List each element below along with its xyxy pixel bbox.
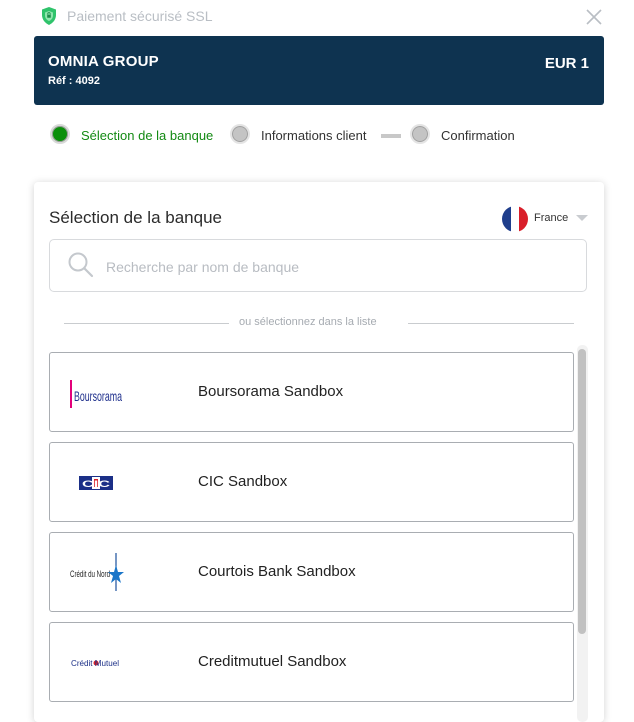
bank-item-creditmutuel[interactable]: Crédit Mutuel Creditmutuel Sandbox [49,622,574,702]
step-3-label: Confirmation [441,128,515,143]
step-connector [381,134,401,138]
step-1-label: Sélection de la banque [81,128,214,143]
divider-right [408,323,574,324]
credit-mutuel-logo: Crédit Mutuel [71,659,119,668]
shield-icon [42,7,56,25]
step-1-indicator [50,124,70,144]
search-icon [68,252,94,278]
ssl-secure-label: Paiement sécurisé SSL [67,8,213,24]
bank-name: Boursorama Sandbox [198,383,344,400]
chevron-down-icon [576,215,588,221]
bank-search-box [49,239,587,292]
merchant-reference: Réf : 4092 [48,75,100,87]
bank-name: Creditmutuel Sandbox [198,653,347,670]
step-3-indicator [410,124,430,144]
france-flag-icon [502,206,528,232]
credit-du-nord-logo: Crédit du Nord [70,553,124,591]
payment-amount: EUR 1 [544,55,589,72]
search-input[interactable] [104,252,568,282]
top-bar: Paiement sécurisé SSL [0,0,634,34]
merchant-header: OMNIA GROUP Réf : 4092 EUR 1 [34,36,604,105]
scrollbar-thumb[interactable] [578,349,586,634]
boursorama-logo-text: Boursorama [74,388,122,404]
divider-left [64,323,229,324]
merchant-name: OMNIA GROUP [48,53,159,70]
progress-steps: Sélection de la banque Informations clie… [0,120,634,152]
credit-mutuel-logo-text: Crédit Mutuel [71,659,119,668]
divider-text: ou sélectionnez dans la liste [239,316,377,328]
cic-logo: CIC [79,476,113,490]
bank-item-boursorama[interactable]: Boursorama Boursorama Sandbox [49,352,574,432]
section-title: Sélection de la banque [49,208,222,227]
bank-item-cic[interactable]: CIC CIC Sandbox [49,442,574,522]
bank-item-courtois[interactable]: Crédit du Nord Courtois Bank Sandbox [49,532,574,612]
step-2-label: Informations client [261,128,367,143]
bank-selection-card: Sélection de la banque France ou sélecti… [34,182,604,722]
close-icon[interactable] [585,8,603,26]
boursorama-logo: Boursorama [70,380,122,408]
country-label: France [534,212,569,224]
cic-logo-text: CIC [82,479,111,489]
bank-name: Courtois Bank Sandbox [198,563,356,580]
credit-du-nord-logo-text: Crédit du Nord [70,569,110,579]
bank-name: CIC Sandbox [198,473,288,490]
step-2-indicator [230,124,250,144]
